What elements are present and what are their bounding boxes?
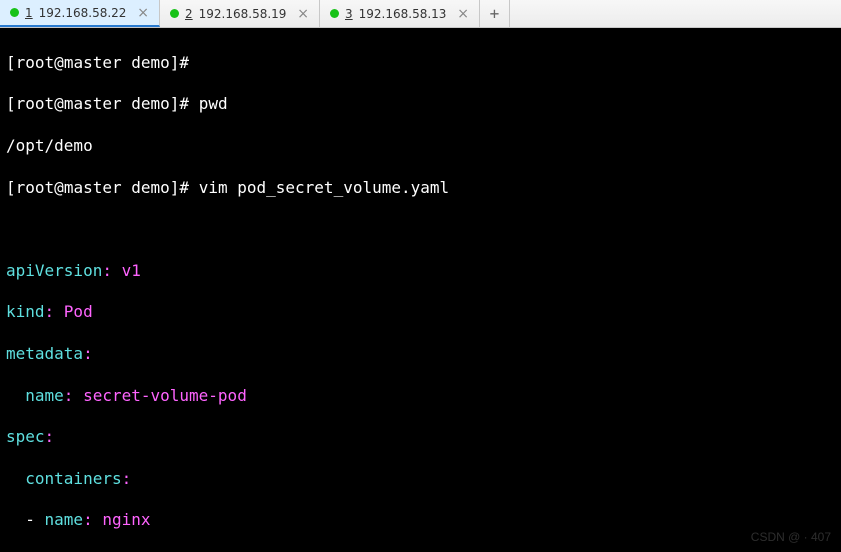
yaml-line: - name: nginx: [6, 510, 835, 531]
prompt-line: [root@master demo]#: [6, 53, 835, 74]
output-line: /opt/demo: [6, 136, 835, 157]
prompt-line: [root@master demo]# pwd: [6, 94, 835, 115]
yaml-line: metadata:: [6, 344, 835, 365]
tab-index: 1: [25, 6, 33, 20]
close-icon[interactable]: ×: [137, 6, 149, 20]
tab-bar: 1 192.168.58.22 × 2 192.168.58.19 × 3 19…: [0, 0, 841, 28]
status-dot-icon: [170, 9, 179, 18]
status-dot-icon: [330, 9, 339, 18]
yaml-line: containers:: [6, 469, 835, 490]
close-icon[interactable]: ×: [297, 7, 309, 21]
tab-2[interactable]: 2 192.168.58.19 ×: [160, 0, 320, 27]
yaml-line: spec:: [6, 427, 835, 448]
terminal[interactable]: [root@master demo]# [root@master demo]# …: [0, 28, 841, 552]
tab-3[interactable]: 3 192.168.58.13 ×: [320, 0, 480, 27]
watermark: CSDN @ · 407: [751, 530, 831, 546]
add-tab-button[interactable]: +: [480, 0, 510, 27]
tab-1[interactable]: 1 192.168.58.22 ×: [0, 0, 160, 27]
yaml-line: name: secret-volume-pod: [6, 386, 835, 407]
tab-label: 192.168.58.13: [359, 7, 447, 21]
yaml-line: apiVersion: v1: [6, 261, 835, 282]
close-icon[interactable]: ×: [457, 7, 469, 21]
tab-index: 2: [185, 7, 193, 21]
tab-label: 192.168.58.22: [39, 6, 127, 20]
blank-line: [6, 219, 835, 240]
command-text: pwd: [199, 94, 228, 113]
yaml-line: kind: Pod: [6, 302, 835, 323]
tab-index: 3: [345, 7, 353, 21]
tab-label: 192.168.58.19: [199, 7, 287, 21]
command-text: vim pod_secret_volume.yaml: [199, 178, 449, 197]
status-dot-icon: [10, 8, 19, 17]
prompt-line: [root@master demo]# vim pod_secret_volum…: [6, 178, 835, 199]
